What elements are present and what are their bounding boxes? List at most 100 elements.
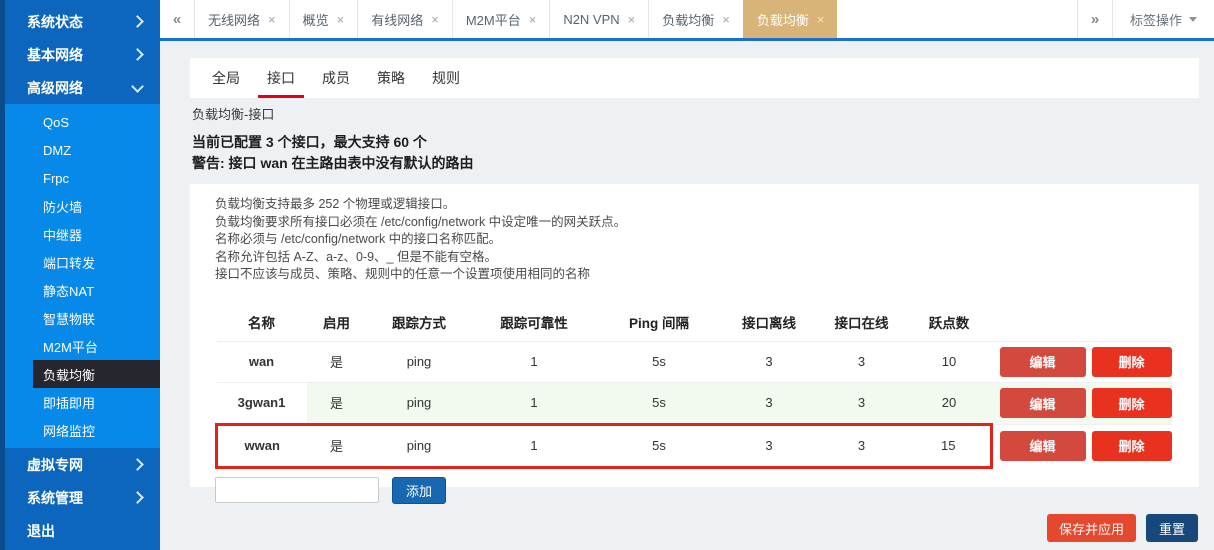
sidebar-section-2: 虚拟专网系统管理退出 <box>5 448 160 547</box>
cell-name: wan <box>217 341 307 382</box>
table-row-wwan: wwan是ping15s3315编辑删除 <box>217 424 1172 467</box>
sidebar-nav: 系统状态基本网络高级网络 QoS DMZ Frpc防火墙中继器端口转发静态NAT智慧物… <box>5 0 160 547</box>
sidebar-item-label: 基本网络 <box>27 45 83 65</box>
close-icon[interactable]: × <box>817 13 825 26</box>
interfaces-panel: 负载均衡支持最多 252 个物理或逻辑接口。负载均衡要求所有接口必须在 /etc… <box>190 184 1199 487</box>
sidebar-item-basic-network[interactable]: 基本网络 <box>5 38 160 71</box>
column-header-8: 跃点数 <box>907 303 992 342</box>
close-icon[interactable]: × <box>268 13 276 26</box>
cell-interval: 5s <box>597 382 722 424</box>
new-interface-input[interactable] <box>215 477 379 503</box>
delete-button-wan[interactable]: 删除 <box>1092 347 1172 377</box>
close-icon[interactable]: × <box>431 13 439 26</box>
interfaces-table: 名称启用跟踪方式跟踪可靠性Ping 间隔接口离线接口在线跃点数 wan是ping… <box>215 303 1172 469</box>
tab-member[interactable]: 成员 <box>322 68 350 88</box>
close-icon[interactable]: × <box>722 13 730 26</box>
tab-label: 负载均衡 <box>662 10 714 29</box>
tab-wireless-network[interactable]: 无线网络 × <box>194 0 289 38</box>
sidebar-item-system-manage[interactable]: 系统管理 <box>5 481 160 514</box>
sidebar-section-0: 系统状态基本网络高级网络 <box>5 0 160 104</box>
sidebar-item-smart-iot[interactable]: 智慧物联 <box>5 304 160 332</box>
open-tabs: 无线网络×概览×有线网络×M2M平台×N2N VPN×负载均衡×负载均衡× <box>194 0 837 38</box>
add-button[interactable]: 添加 <box>392 477 446 504</box>
save-apply-button[interactable]: 保存并应用 <box>1047 514 1136 542</box>
tab-label: 有线网络 <box>371 10 423 29</box>
sidebar-item-label: 网络监控 <box>43 421 95 440</box>
description-line-5: 接口不应该与成员、策略、规则中的任意一个设置项使用相同的名称 <box>215 266 1199 284</box>
summary-line: 当前已配置 3 个接口，最大支持 60 个 <box>192 132 474 153</box>
sidebar-item-label: 负载均衡 <box>43 365 95 384</box>
table-header-row: 名称启用跟踪方式跟踪可靠性Ping 间隔接口离线接口在线跃点数 <box>217 303 1172 342</box>
sidebar-item-advanced-network[interactable]: 高级网络 <box>5 71 160 104</box>
sidebar-item-port-forward[interactable]: 端口转发 <box>5 248 160 276</box>
cell-actions: 编辑删除 <box>992 341 1172 382</box>
tab-rule[interactable]: 规则 <box>432 68 460 88</box>
cell-up: 3 <box>817 382 907 424</box>
breadcrumb: 负载均衡-接口 <box>192 104 474 123</box>
scroll-tabs-right-icon[interactable]: » <box>1077 0 1112 38</box>
edit-button-wwan[interactable]: 编辑 <box>1000 431 1086 461</box>
cell-method: ping <box>367 341 472 382</box>
column-header-5: Ping 间隔 <box>597 303 722 342</box>
tab-operations-menu[interactable]: 标签操作 <box>1112 0 1214 38</box>
cell-metric: 20 <box>907 382 992 424</box>
sidebar-item-static-nat[interactable]: 静态NAT <box>5 276 160 304</box>
tab-label: N2N VPN <box>563 12 619 27</box>
tab-n2n-vpn[interactable]: N2N VPN × <box>549 0 648 38</box>
scroll-tabs-left-icon[interactable]: « <box>160 0 194 38</box>
tab-label: 负载均衡 <box>757 10 809 29</box>
cell-name: 3gwan1 <box>217 382 307 424</box>
close-icon[interactable]: × <box>337 13 345 26</box>
tab-wired-network[interactable]: 有线网络 × <box>357 0 452 38</box>
cell-actions: 编辑删除 <box>992 382 1172 424</box>
action-buttons: 编辑删除 <box>992 347 1172 377</box>
sidebar-item-m2m-platform[interactable]: M2M平台 <box>5 332 160 360</box>
sidebar-item-load-balance[interactable]: 负载均衡 <box>33 360 160 388</box>
sidebar-item-vpn[interactable]: 虚拟专网 <box>5 448 160 481</box>
sidebar-item-system-status[interactable]: 系统状态 <box>5 5 160 38</box>
table-row-wan: wan是ping15s3310编辑删除 <box>217 341 1172 382</box>
description-block: 负载均衡支持最多 252 个物理或逻辑接口。负载均衡要求所有接口必须在 /etc… <box>215 196 1199 284</box>
cell-interval: 5s <box>597 424 722 467</box>
sidebar-item-repeater[interactable]: 中继器 <box>5 220 160 248</box>
tab-m2m-platform[interactable]: M2M平台× <box>452 0 549 38</box>
sidebar-item-label: DMZ <box>43 143 71 158</box>
tab-bar-right: » 标签操作 <box>1077 0 1214 38</box>
close-icon[interactable]: × <box>529 13 537 26</box>
sidebar-item-label: 即插即用 <box>43 393 95 412</box>
tab-interface[interactable]: 接口 <box>267 68 295 88</box>
sidebar-item-label: 虚拟专网 <box>27 455 83 475</box>
tab-load-balance-2[interactable]: 负载均衡 × <box>743 0 838 38</box>
edit-button-3gwan1[interactable]: 编辑 <box>1000 388 1086 418</box>
tab-load-balance-1[interactable]: 负载均衡 × <box>648 0 743 38</box>
cell-method: ping <box>367 424 472 467</box>
description-line-1: 负载均衡支持最多 252 个物理或逻辑接口。 <box>215 196 1199 214</box>
description-line-4: 名称允许包括 A-Z、a-z、0-9、_ 但是不能有空格。 <box>215 249 1199 267</box>
edit-button-wan[interactable]: 编辑 <box>1000 347 1086 377</box>
tab-label: 无线网络 <box>208 10 260 29</box>
delete-button-wwan[interactable]: 删除 <box>1092 431 1172 461</box>
action-buttons: 编辑删除 <box>992 388 1172 418</box>
tab-global[interactable]: 全局 <box>212 68 240 88</box>
sidebar-item-frpc[interactable]: Frpc <box>5 164 160 192</box>
sidebar-item-label: 退出 <box>27 521 55 541</box>
reset-button[interactable]: 重置 <box>1146 514 1198 542</box>
module-tab-strip: 全局 接口 成员 策略 规则 <box>190 58 1199 98</box>
delete-button-3gwan1[interactable]: 删除 <box>1092 388 1172 418</box>
sidebar-item-dmz[interactable]: DMZ <box>5 136 160 164</box>
sidebar-item-label: QoS <box>43 115 69 130</box>
tab-overview[interactable]: 概览× <box>289 0 358 38</box>
cell-up: 3 <box>817 341 907 382</box>
sidebar-section-1: QoS DMZ Frpc防火墙中继器端口转发静态NAT智慧物联M2M平台负载均衡即插… <box>5 104 160 448</box>
sidebar-item-upnp[interactable]: 即插即用 <box>5 388 160 416</box>
column-header-7: 接口在线 <box>817 303 907 342</box>
cell-metric: 15 <box>907 424 992 467</box>
sidebar-item-network-monitor[interactable]: 网络监控 <box>5 416 160 444</box>
sidebar-item-label: 系统管理 <box>27 488 83 508</box>
sidebar-item-qos[interactable]: QoS <box>5 108 160 136</box>
sidebar-item-firewall[interactable]: 防火墙 <box>5 192 160 220</box>
sidebar-item-logout[interactable]: 退出 <box>5 514 160 547</box>
sidebar-item-label: 高级网络 <box>27 78 83 98</box>
close-icon[interactable]: × <box>628 13 636 26</box>
tab-policy[interactable]: 策略 <box>377 68 405 88</box>
